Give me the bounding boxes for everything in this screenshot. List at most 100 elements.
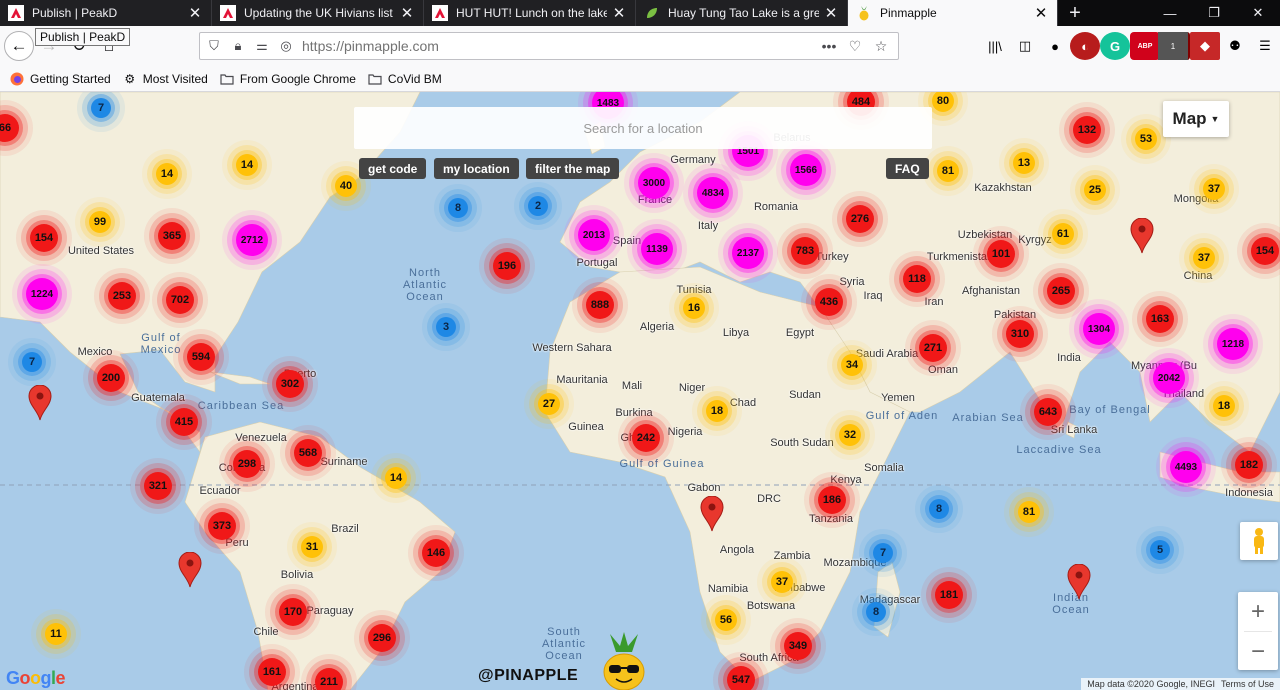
people-icon[interactable]: ⚉ [1220, 32, 1250, 60]
library-icon[interactable]: |||\ [980, 32, 1010, 60]
marker-cluster[interactable]: 276 [846, 205, 874, 233]
marker-cluster[interactable]: 3 [436, 317, 456, 337]
filter-map-button[interactable]: filter the map [526, 158, 620, 179]
marker-cluster[interactable]: 200 [97, 364, 125, 392]
street-view-button[interactable] [1240, 522, 1278, 560]
url-text[interactable]: https://pinmapple.com [302, 38, 816, 54]
marker-cluster[interactable]: 61 [1052, 223, 1074, 245]
marker-cluster[interactable]: 242 [632, 424, 660, 452]
marker-cluster[interactable]: 4834 [697, 177, 729, 209]
marker-cluster[interactable]: 594 [187, 343, 215, 371]
permissions-icon[interactable]: ⚌ [252, 38, 272, 54]
marker-cluster[interactable]: 2137 [732, 237, 764, 269]
my-location-button[interactable]: my location [434, 158, 519, 179]
marker-cluster[interactable]: 2712 [236, 224, 268, 256]
lock-icon[interactable]: 🔒︎ [228, 38, 248, 54]
restore-icon[interactable]: ❐ [1192, 0, 1236, 26]
marker-cluster[interactable]: 436 [815, 288, 843, 316]
marker-cluster[interactable]: 13 [1013, 152, 1035, 174]
marker-cluster[interactable]: 365 [158, 222, 186, 250]
marker-cluster[interactable]: 81 [937, 160, 959, 182]
marker-cluster[interactable]: 11 [45, 623, 67, 645]
marker-cluster[interactable]: 163 [1146, 305, 1174, 333]
marker-cluster[interactable]: 7 [873, 543, 893, 563]
marker-cluster[interactable]: 27 [538, 393, 560, 415]
marker-cluster[interactable]: 7 [22, 352, 42, 372]
marker-cluster[interactable]: 18 [706, 400, 728, 422]
marker-cluster[interactable]: 181 [935, 581, 963, 609]
map-pin-icon[interactable] [28, 384, 52, 421]
new-tab-button[interactable]: + [1058, 0, 1092, 26]
marker-cluster[interactable]: 310 [1006, 320, 1034, 348]
url-bar[interactable]: ⛉ 🔒︎ ⚌ ◎ https://pinmapple.com ••• ♡ ☆ [199, 32, 899, 60]
marker-cluster[interactable]: 146 [422, 539, 450, 567]
marker-cluster[interactable]: 56 [715, 609, 737, 631]
cube-icon[interactable]: ◆ [1190, 32, 1220, 60]
close-icon[interactable]: ✕ [823, 4, 839, 22]
star-icon[interactable]: ☆ [868, 38, 894, 55]
marker-cluster[interactable]: 18 [1213, 395, 1235, 417]
close-icon[interactable]: ✕ [611, 4, 627, 22]
get-code-button[interactable]: get code [359, 158, 427, 179]
close-icon[interactable]: ✕ [1033, 4, 1049, 22]
marker-cluster[interactable]: 568 [294, 439, 322, 467]
marker-cluster[interactable]: 40 [335, 175, 357, 197]
marker-cluster[interactable]: 1218 [1217, 328, 1249, 360]
tab-hut-hut[interactable]: HUT HUT! Lunch on the lake in ✕ [424, 0, 636, 26]
sidebar-icon[interactable]: ◫ [1010, 32, 1040, 60]
marker-cluster[interactable]: 7 [91, 98, 111, 118]
world-map[interactable]: GermanyBelarusKazakhstanMongoliaFranceRo… [0, 92, 1280, 690]
account-icon[interactable]: ● [1040, 32, 1070, 60]
marker-cluster[interactable]: 101 [987, 240, 1015, 268]
tab-huay-tung-tao[interactable]: Huay Tung Tao Lake is a great p ✕ [636, 0, 848, 26]
marker-cluster[interactable]: 16 [683, 297, 705, 319]
bookmark-most-visited[interactable]: ⚙ Most Visited [123, 72, 208, 86]
more-icon[interactable]: ••• [816, 38, 842, 55]
marker-cluster[interactable]: 14 [385, 467, 407, 489]
marker-cluster[interactable]: 349 [784, 632, 812, 660]
bookmark-getting-started[interactable]: Getting Started [10, 72, 111, 86]
marker-cluster[interactable]: 1224 [26, 278, 58, 310]
google-logo[interactable]: Google [6, 668, 66, 689]
marker-cluster[interactable]: 1139 [641, 233, 673, 265]
map-pin-icon[interactable] [178, 551, 202, 588]
menu-icon[interactable]: ☰ [1250, 32, 1280, 60]
grammarly-icon[interactable]: G [1100, 32, 1130, 60]
marker-cluster[interactable]: 25 [1084, 179, 1106, 201]
location-icon[interactable]: ◎ [276, 38, 296, 54]
tab-publish-peakd[interactable]: Publish | PeakD ✕ [0, 0, 212, 26]
back-button[interactable]: ← [4, 31, 34, 61]
marker-cluster[interactable]: 702 [166, 286, 194, 314]
terms-of-use-link[interactable]: Terms of Use [1221, 679, 1274, 689]
tab-uk-hivians[interactable]: Updating the UK Hivians list | P ✕ [212, 0, 424, 26]
marker-cluster[interactable]: 81 [1018, 501, 1040, 523]
marker-cluster[interactable]: 32 [839, 424, 861, 446]
marker-cluster[interactable]: 31 [301, 536, 323, 558]
marker-cluster[interactable]: 1566 [790, 154, 822, 186]
bookmark-covid-bm[interactable]: CoVid BM [368, 72, 442, 86]
marker-cluster[interactable]: 298 [233, 450, 261, 478]
map-pin-icon[interactable] [700, 495, 724, 532]
marker-cluster[interactable]: 211 [315, 668, 343, 690]
marker-cluster[interactable]: 373 [208, 512, 236, 540]
marker-cluster[interactable]: 4493 [1170, 451, 1202, 483]
marker-cluster[interactable]: 182 [1235, 451, 1263, 479]
marker-cluster[interactable]: 1304 [1083, 313, 1115, 345]
marker-cluster[interactable]: 783 [791, 237, 819, 265]
marker-cluster[interactable]: 253 [108, 282, 136, 310]
faq-button[interactable]: FAQ [886, 158, 929, 179]
marker-cluster[interactable]: 8 [929, 499, 949, 519]
marker-cluster[interactable]: 118 [903, 265, 931, 293]
marker-cluster[interactable]: 14 [156, 163, 178, 185]
zoom-out-button[interactable]: − [1238, 632, 1278, 671]
location-search-input[interactable]: Search for a location [354, 107, 932, 149]
marker-cluster[interactable]: 321 [144, 472, 172, 500]
marker-cluster[interactable]: 196 [493, 252, 521, 280]
marker-cluster[interactable]: 3000 [638, 167, 670, 199]
marker-cluster[interactable]: 161 [258, 658, 286, 686]
shield-icon[interactable]: ⛉ [204, 38, 224, 54]
marker-cluster[interactable]: 271 [919, 334, 947, 362]
marker-cluster[interactable]: 547 [727, 666, 755, 690]
marker-cluster[interactable]: 170 [279, 598, 307, 626]
marker-cluster[interactable]: 186 [818, 486, 846, 514]
